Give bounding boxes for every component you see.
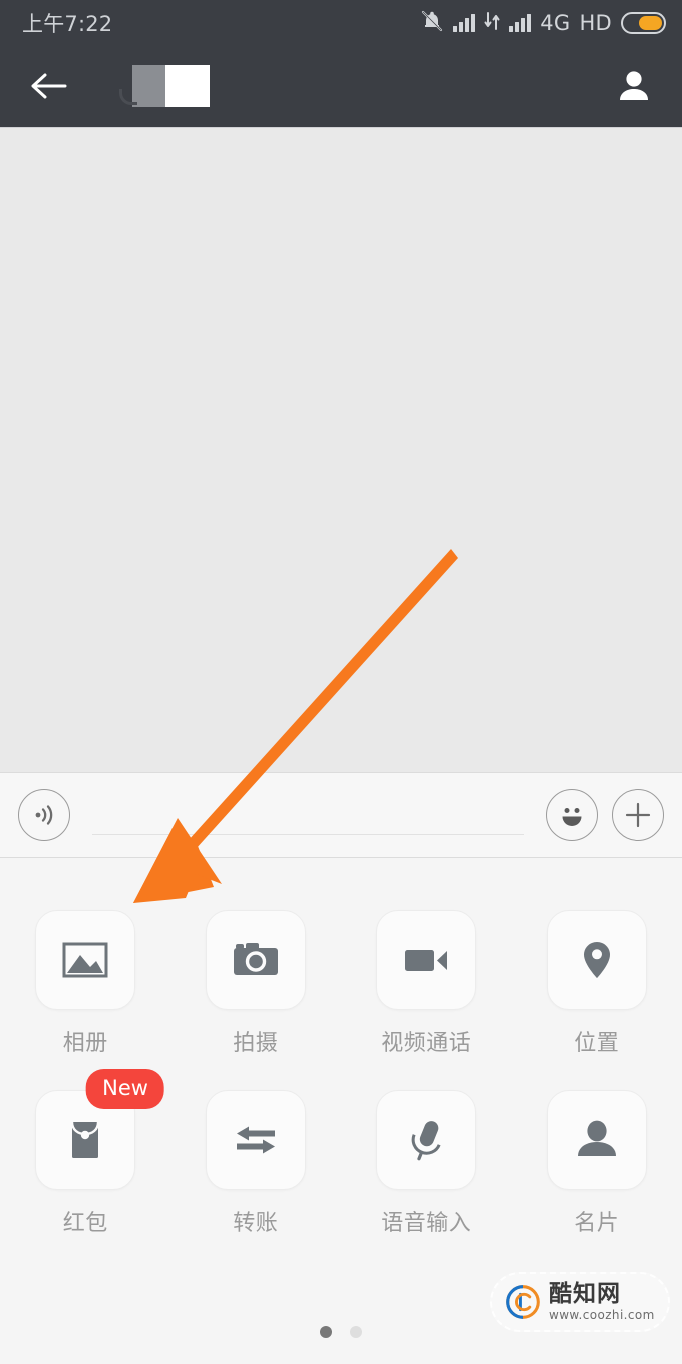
phone-screen: 上午7:22 4G HD 相册 拍摄 视频通话 位置 New 红包 转账 语音输… <box>0 0 682 1364</box>
watermark: 酷知网 www.coozhi.com <box>490 1272 670 1332</box>
contact-profile-button[interactable] <box>608 60 660 112</box>
signal-bars-icon <box>453 13 476 32</box>
camera-tile[interactable] <box>205 910 306 1010</box>
coozhi-logo-icon <box>506 1285 540 1319</box>
hd-label: HD <box>579 10 612 35</box>
attachment-row-1: 相册 拍摄 视频通话 位置 <box>0 910 682 1057</box>
plus-icon <box>625 802 651 828</box>
transfer-tile[interactable] <box>205 1090 306 1190</box>
attachment-item-voice-input[interactable]: 语音输入 <box>341 1090 512 1237</box>
nav-title <box>74 65 608 107</box>
network-type-label: 4G <box>540 10 571 35</box>
attachment-panel: 相册 拍摄 视频通话 位置 New 红包 转账 语音输入 名片 酷知网 www.… <box>0 858 682 1364</box>
red-packet-icon <box>71 1121 100 1158</box>
attachment-item-transfer[interactable]: 转账 <box>171 1090 342 1237</box>
redacted-title-block <box>119 65 210 107</box>
chat-message-area[interactable] <box>0 127 682 772</box>
transfer-label: 转账 <box>233 1211 279 1236</box>
mute-icon <box>420 9 444 37</box>
emoji-button[interactable] <box>546 789 598 841</box>
voice-input-tile[interactable] <box>376 1090 477 1190</box>
attachment-item-business-card[interactable]: 名片 <box>512 1090 682 1237</box>
page-dot-2[interactable] <box>350 1326 362 1338</box>
video-call-icon <box>405 950 448 971</box>
data-transfer-icon <box>484 11 500 35</box>
battery-icon <box>621 11 666 34</box>
camera-label: 拍摄 <box>233 1031 279 1056</box>
status-time: 上午7:22 <box>22 11 113 36</box>
attachment-item-video-call[interactable]: 视频通话 <box>341 910 512 1057</box>
album-label: 相册 <box>62 1031 108 1056</box>
page-dot-1[interactable] <box>320 1326 332 1338</box>
nav-bar <box>0 45 682 127</box>
attachment-plus-button[interactable] <box>612 789 664 841</box>
smiley-face-icon <box>562 808 582 826</box>
location-tile[interactable] <box>546 910 647 1010</box>
location-label: 位置 <box>574 1031 620 1056</box>
video-call-tile[interactable] <box>376 910 477 1010</box>
red-packet-label: 红包 <box>62 1211 108 1236</box>
business-card-tile[interactable] <box>546 1090 647 1190</box>
album-tile[interactable] <box>35 910 136 1010</box>
watermark-url: www.coozhi.com <box>549 1308 655 1322</box>
business-card-icon <box>577 1120 616 1156</box>
voice-input-button[interactable] <box>18 789 70 841</box>
back-button[interactable] <box>22 60 74 112</box>
location-pin-icon <box>583 942 610 978</box>
attachment-item-red-packet[interactable]: New 红包 <box>0 1069 171 1237</box>
watermark-name: 酷知网 <box>549 1281 621 1307</box>
attachment-row-2: New 红包 转账 语音输入 名片 <box>0 1069 682 1237</box>
microphone-icon <box>411 1121 441 1161</box>
attachment-item-camera[interactable]: 拍摄 <box>171 910 342 1057</box>
video-call-label: 视频通话 <box>381 1031 472 1056</box>
attachment-item-album[interactable]: 相册 <box>0 910 171 1057</box>
voice-input-label: 语音输入 <box>381 1211 472 1236</box>
signal-bars-icon-2 <box>509 13 532 32</box>
photo-album-icon <box>62 942 108 978</box>
camera-icon <box>233 943 278 975</box>
status-icons: 4G HD <box>420 9 666 37</box>
voice-wave-icon <box>35 805 53 825</box>
message-input-bar <box>0 772 682 858</box>
attachment-grid: 相册 拍摄 视频通话 位置 New 红包 转账 语音输入 名片 <box>0 858 682 1237</box>
message-text-input[interactable] <box>92 789 524 841</box>
new-badge: New <box>86 1069 164 1109</box>
business-card-label: 名片 <box>574 1211 620 1236</box>
contact-person-icon <box>620 71 648 100</box>
status-bar: 上午7:22 4G HD <box>0 0 682 45</box>
attachment-item-location[interactable]: 位置 <box>512 910 682 1057</box>
transfer-icon <box>236 1126 275 1154</box>
